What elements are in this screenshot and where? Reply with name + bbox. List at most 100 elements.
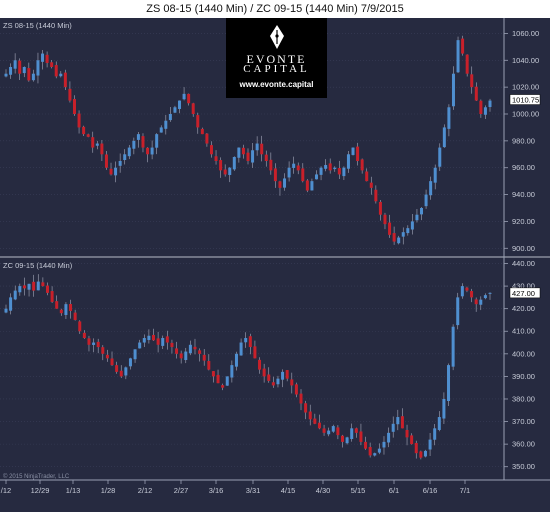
candle-body (161, 338, 165, 346)
y-tick-label: 400.00 (512, 349, 535, 358)
candle-body (96, 341, 100, 348)
candle-body (374, 189, 378, 202)
candle-body (165, 336, 169, 343)
candle-body (483, 107, 487, 115)
candle-body (287, 167, 291, 178)
candle-body (228, 167, 232, 175)
candle-body (368, 446, 372, 456)
candle-body (479, 299, 483, 305)
candle-body (328, 163, 332, 171)
candle-body (13, 290, 17, 300)
y-tick-label: 980.00 (512, 136, 535, 145)
panel1-title: ZS 08-15 (1440 Min) (3, 21, 72, 30)
candle-body (433, 428, 437, 440)
candle-body (244, 338, 248, 343)
candle-body (364, 441, 368, 449)
candle-body (219, 160, 223, 171)
x-tick-label: /12 (1, 486, 11, 495)
x-tick-label: 4/15 (281, 486, 296, 495)
candle-body (63, 72, 67, 88)
panel2-title: ZC 09-15 (1440 Min) (3, 261, 73, 270)
x-tick-label: 7/1 (460, 486, 470, 495)
candle-body (310, 181, 314, 191)
candle-body (104, 154, 108, 168)
chart-title: ZS 08-15 (1440 Min) / ZC 09-15 (1440 Min… (146, 3, 404, 15)
candle-body (78, 321, 82, 332)
candle-body (128, 358, 132, 367)
candle-body (239, 342, 243, 356)
candle-body (232, 156, 236, 170)
candlestick (423, 449, 427, 458)
last-price-marker: 427.00 (509, 287, 541, 299)
chart-window: ZS 08-15 (1440 Min) / ZC 09-15 (1440 Min… (0, 0, 550, 512)
candle-body (110, 358, 114, 366)
candlestick (225, 376, 229, 386)
candle-body (317, 422, 321, 429)
candle-body (401, 232, 405, 237)
x-tick-label: 6/1 (389, 486, 399, 495)
candle-body (119, 370, 123, 377)
y-tick-label: 1040.00 (512, 56, 539, 65)
candle-body (273, 168, 277, 182)
y-tick-label: 350.00 (512, 462, 535, 471)
last-price-label: 427.00 (512, 289, 535, 298)
candlestick (456, 36, 460, 73)
candle-body (488, 292, 492, 294)
y-tick-label: 370.00 (512, 417, 535, 426)
y-tick-label: 440.00 (512, 259, 535, 268)
candle-body (31, 73, 35, 81)
candle-body (410, 435, 414, 445)
candle-body (124, 367, 128, 376)
candle-body (18, 60, 22, 74)
candlestick (305, 179, 309, 193)
candle-body (191, 103, 195, 114)
candle-body (216, 374, 220, 384)
candle-body (77, 113, 81, 128)
candle-body (405, 429, 409, 438)
candle-body (13, 60, 17, 69)
candle-body (205, 133, 209, 144)
candle-body (36, 60, 40, 76)
candle-body (32, 281, 36, 291)
candle-body (241, 147, 245, 155)
candle-body (369, 182, 373, 188)
candlestick (63, 69, 67, 90)
candle-body (456, 297, 460, 326)
candle-body (202, 354, 206, 361)
candle-body (391, 423, 395, 432)
last-price-label: 1010.75 (512, 96, 539, 105)
candle-body (278, 181, 282, 188)
candle-body (118, 161, 122, 166)
candle-body (301, 168, 305, 182)
candle-body (420, 208, 424, 215)
y-tick-label: 420.00 (512, 304, 535, 313)
candle-body (465, 287, 469, 291)
candle-body (474, 299, 478, 305)
candlestick (447, 363, 451, 407)
candle-body (483, 295, 487, 299)
candle-body (337, 168, 341, 175)
candlestick (442, 124, 446, 148)
candle-body (55, 301, 59, 309)
candle-body (50, 291, 54, 302)
candle-body (45, 285, 49, 293)
candle-body (138, 342, 142, 349)
candle-body (400, 416, 404, 429)
candle-body (59, 73, 63, 77)
candle-body (488, 100, 492, 108)
logo-url: www.evonte.capital (239, 80, 314, 89)
candle-body (451, 73, 455, 107)
y-tick-label: 940.00 (512, 190, 535, 199)
candle-body (230, 365, 234, 378)
candle-body (283, 178, 287, 188)
pen-nib-icon (270, 25, 284, 49)
candle-body (86, 134, 90, 137)
candle-body (147, 335, 151, 340)
x-tick-label: 3/16 (209, 486, 224, 495)
candle-body (354, 428, 358, 433)
candlestick (232, 156, 236, 171)
candle-body (41, 53, 45, 62)
x-tick-label: 1/28 (101, 486, 116, 495)
candle-body (304, 403, 308, 413)
candle-body (64, 304, 68, 315)
